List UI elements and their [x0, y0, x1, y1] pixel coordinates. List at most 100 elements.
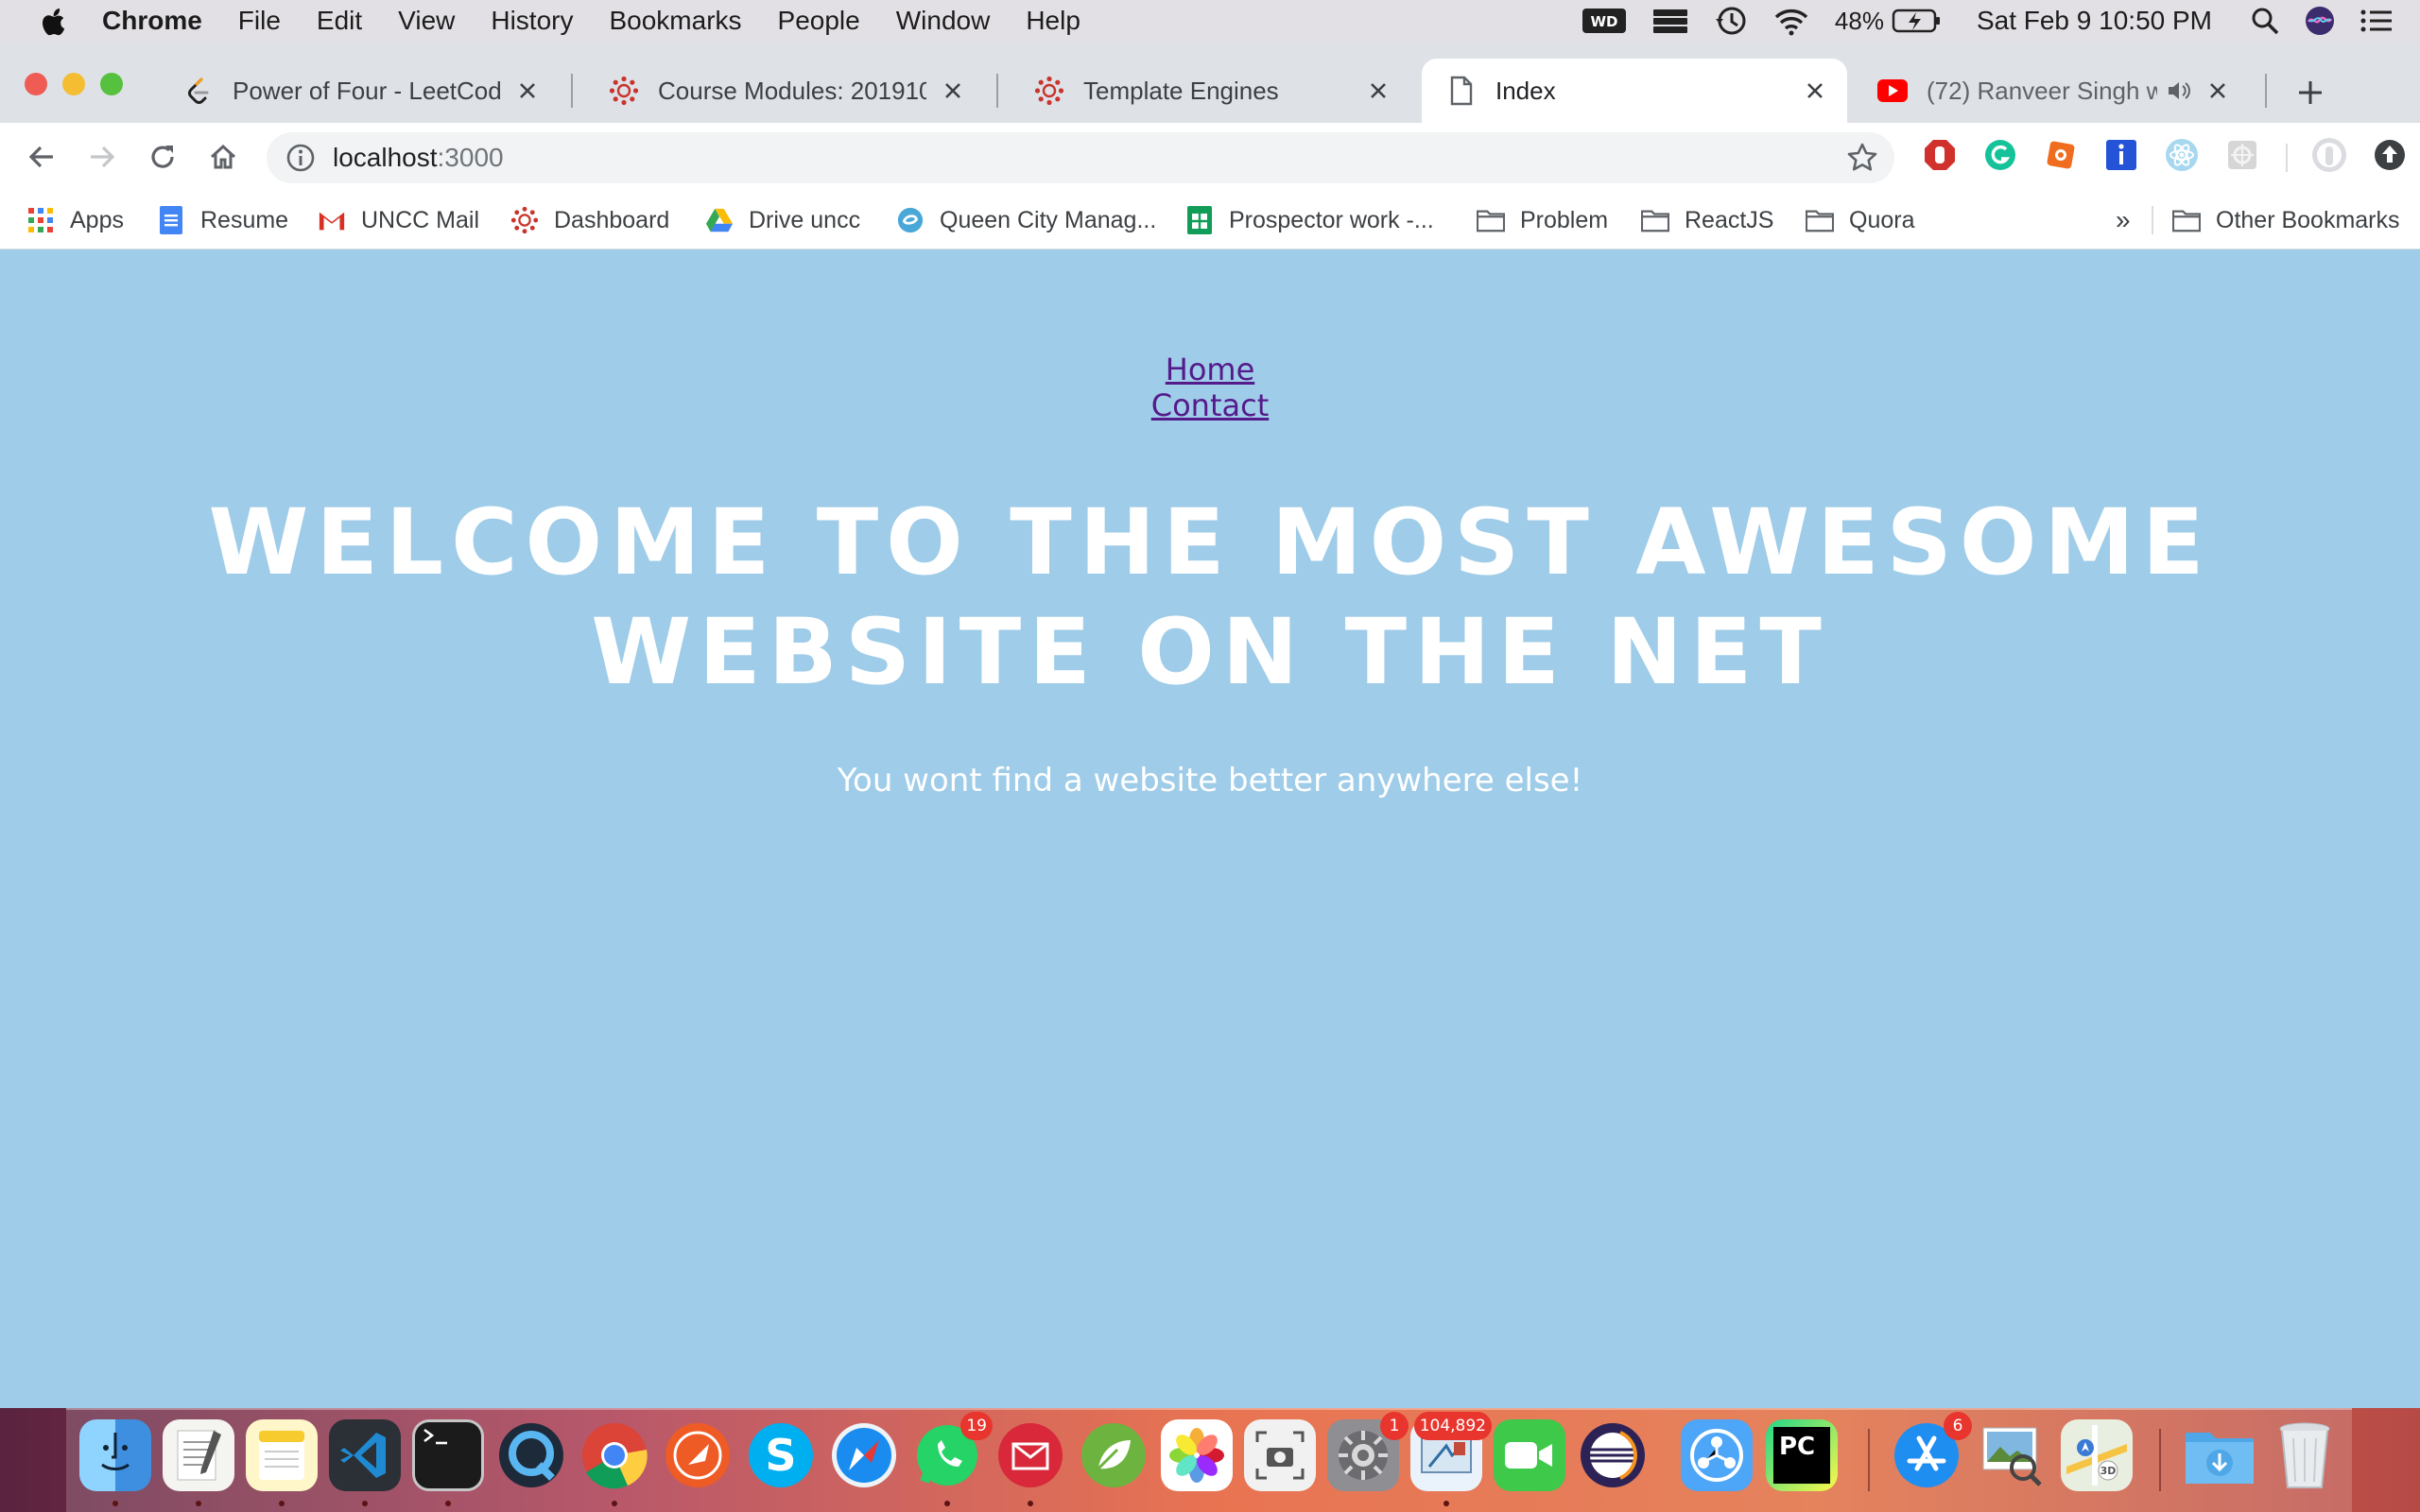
downloads-folder-icon[interactable]: [2184, 1419, 2256, 1491]
spotlight-search-icon[interactable]: [2250, 6, 2280, 36]
bookmark-folder-quora[interactable]: Quora: [1806, 204, 1914, 236]
menu-file[interactable]: File: [238, 6, 281, 36]
postman-icon[interactable]: [662, 1419, 734, 1491]
menu-history[interactable]: History: [491, 6, 573, 36]
tab-youtube[interactable]: (72) Ranveer Singh with: [1853, 59, 2250, 123]
reload-button[interactable]: [142, 136, 183, 178]
grey-extension-icon[interactable]: [2223, 136, 2261, 174]
trash-icon[interactable]: [2269, 1419, 2341, 1491]
bookmark-star-icon[interactable]: [1843, 139, 1881, 177]
time-machine-icon[interactable]: [1714, 4, 1748, 38]
forward-button[interactable]: [81, 136, 123, 178]
window-zoom-button[interactable]: [100, 73, 123, 95]
bookmark-label: ReactJS: [1685, 206, 1774, 233]
finder-icon[interactable]: [79, 1419, 151, 1491]
app-store-icon[interactable]: 6: [1891, 1412, 1972, 1491]
terminal-icon[interactable]: [412, 1419, 484, 1491]
bookmark-drive-uncc[interactable]: Drive uncc: [705, 204, 860, 236]
address-bar[interactable]: localhost:3000: [267, 132, 1894, 183]
menu-window[interactable]: Window: [896, 6, 991, 36]
screenshot-icon[interactable]: [1244, 1419, 1316, 1491]
safari-icon[interactable]: [828, 1419, 900, 1491]
tab-leetcode[interactable]: Power of Four - LeetCode: [159, 59, 560, 123]
info-extension-icon[interactable]: [2102, 136, 2140, 174]
bookmark-queen-city[interactable]: Queen City Manag...: [896, 204, 1156, 236]
site-info-icon[interactable]: [285, 143, 316, 173]
menu-app-chrome[interactable]: Chrome: [102, 6, 202, 36]
facetime-icon[interactable]: [1494, 1419, 1565, 1491]
drive-stack-icon[interactable]: [1651, 7, 1689, 35]
mail-app-icon[interactable]: 104,892: [1410, 1412, 1492, 1491]
clock[interactable]: Sat Feb 9 10:50 PM: [1977, 6, 2212, 36]
notes-icon[interactable]: [246, 1419, 318, 1491]
bookmark-uncc-mail[interactable]: UNCC Mail: [318, 204, 479, 236]
bookmark-resume[interactable]: Resume: [157, 204, 288, 236]
photos-icon[interactable]: [1161, 1419, 1233, 1491]
whatsapp-badge: 19: [960, 1412, 993, 1440]
menu-edit[interactable]: Edit: [317, 6, 362, 36]
tab-title: Template Engines: [1083, 76, 1279, 105]
site-nav: Home Contact: [0, 352, 2420, 423]
home-button[interactable]: [202, 136, 244, 178]
system-preferences-badge: 1: [1380, 1412, 1409, 1440]
quicktime-icon[interactable]: [495, 1419, 567, 1491]
tab-close-icon[interactable]: [940, 77, 966, 104]
grammarly-extension-icon[interactable]: [1981, 136, 2019, 174]
nav-link-home[interactable]: Home: [1166, 352, 1255, 387]
audio-playing-icon[interactable]: [2167, 79, 2191, 102]
tab-title: Course Modules: 201910-Sp: [658, 76, 926, 105]
nav-link-contact[interactable]: Contact: [1151, 387, 1270, 423]
bookmark-label: Quora: [1849, 206, 1915, 233]
new-tab-button[interactable]: [2291, 74, 2329, 112]
tab-template-engines[interactable]: Template Engines: [1010, 59, 1410, 123]
app-store-badge: 6: [1944, 1412, 1972, 1440]
spring-tool-suite-icon[interactable]: [1078, 1419, 1150, 1491]
wifi-icon[interactable]: [1772, 6, 1810, 36]
other-bookmarks-folder[interactable]: Other Bookmarks: [2172, 204, 2400, 236]
notification-center-icon[interactable]: [2360, 7, 2394, 35]
system-preferences-icon[interactable]: 1: [1327, 1412, 1409, 1491]
tab-close-icon[interactable]: [1365, 77, 1392, 104]
menu-help[interactable]: Help: [1026, 6, 1080, 36]
battery-percent[interactable]: 48%: [1835, 7, 1884, 36]
tab-close-icon[interactable]: [1802, 77, 1828, 104]
battery-charging-icon[interactable]: [1892, 7, 1943, 35]
chrome-dock-icon[interactable]: [579, 1419, 650, 1491]
adblock-extension-icon[interactable]: [1921, 136, 1959, 174]
bookmark-apps[interactable]: Apps: [26, 204, 124, 236]
menu-bookmarks[interactable]: Bookmarks: [609, 6, 741, 36]
tab-close-icon[interactable]: [2204, 77, 2231, 104]
profile-avatar-icon[interactable]: [2310, 136, 2348, 174]
react-devtools-icon[interactable]: [2163, 136, 2201, 174]
menu-bar-status-area: WD 48% Sat Feb 9 10:50 PM: [1557, 4, 2420, 38]
vscode-icon[interactable]: [329, 1419, 401, 1491]
whatsapp-icon[interactable]: 19: [911, 1412, 993, 1491]
textedit-icon[interactable]: [163, 1419, 234, 1491]
pycharm-icon[interactable]: PC: [1766, 1419, 1838, 1491]
bookmarks-overflow-chevron[interactable]: »: [2116, 204, 2131, 236]
tab-index[interactable]: Index: [1422, 59, 1847, 123]
window-close-button[interactable]: [25, 73, 47, 95]
orange-extension-icon[interactable]: [2042, 136, 2080, 174]
back-button[interactable]: [21, 136, 62, 178]
bookmark-prospector-work[interactable]: Prospector work -...: [1185, 204, 1434, 236]
apple-logo-icon[interactable]: [38, 5, 70, 37]
bookmark-dashboard[interactable]: Dashboard: [510, 204, 669, 236]
maps-icon[interactable]: 3D: [2061, 1419, 2133, 1491]
tab-course-modules[interactable]: Course Modules: 201910-Sp: [584, 59, 985, 123]
bookmark-folder-problem[interactable]: Problem: [1477, 204, 1608, 236]
menu-people[interactable]: People: [778, 6, 860, 36]
running-indicator: [112, 1501, 118, 1506]
chrome-update-icon[interactable]: [2371, 136, 2409, 174]
preview-icon[interactable]: [1976, 1419, 2048, 1491]
window-minimize-button[interactable]: [62, 73, 85, 95]
bookmark-folder-reactjs[interactable]: ReactJS: [1641, 204, 1773, 236]
tab-close-icon[interactable]: [514, 77, 541, 104]
sourcetree-icon[interactable]: [1681, 1419, 1753, 1491]
skype-icon[interactable]: S: [745, 1419, 817, 1491]
siri-icon[interactable]: [2305, 6, 2335, 36]
wd-drive-icon[interactable]: WD: [1582, 7, 1627, 35]
menu-view[interactable]: View: [398, 6, 455, 36]
eclipse-icon[interactable]: [1577, 1419, 1649, 1491]
mail-client-icon[interactable]: [994, 1419, 1066, 1491]
